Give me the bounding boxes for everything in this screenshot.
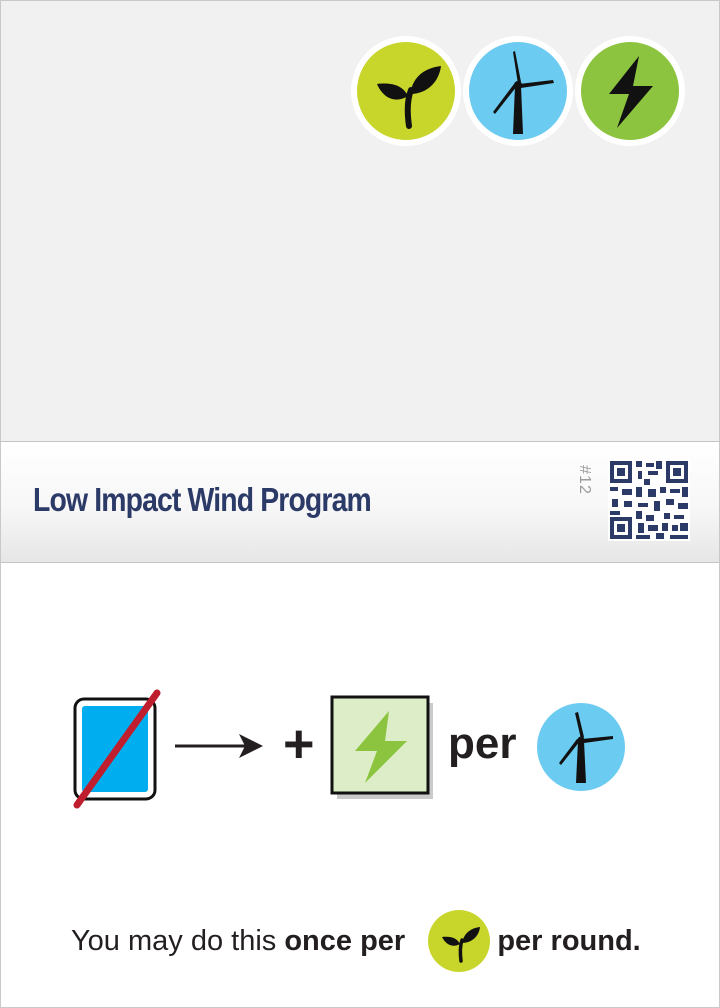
usage-note: You may do this once per per round. bbox=[71, 925, 641, 958]
note-once-per: once per bbox=[284, 925, 406, 957]
plus-sign: + bbox=[283, 714, 315, 774]
note-prefix: You may do this bbox=[71, 925, 285, 957]
card-number: #12 bbox=[576, 465, 593, 495]
card-title: Low Impact Wind Program bbox=[33, 481, 372, 518]
energy-resource-icon bbox=[330, 695, 433, 799]
per-label: per bbox=[448, 719, 517, 768]
wind-turbine-icon bbox=[463, 36, 573, 146]
wind-turbine-icon bbox=[537, 703, 625, 791]
arrow-right-icon bbox=[175, 734, 263, 758]
discard-card-icon bbox=[73, 689, 161, 809]
project-card[interactable]: Low Impact Wind Program #12 + per You ma… bbox=[0, 0, 720, 1008]
sprout-icon bbox=[351, 36, 461, 146]
tag-row bbox=[349, 34, 689, 148]
note-per-round: per round. bbox=[497, 925, 641, 957]
lightning-icon bbox=[575, 36, 685, 146]
sprout-icon bbox=[428, 910, 490, 972]
qr-code-icon bbox=[608, 459, 690, 541]
